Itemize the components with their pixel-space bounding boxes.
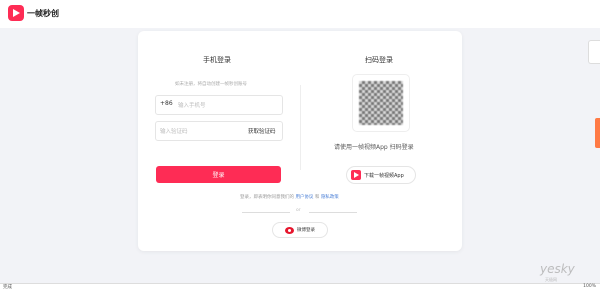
or-label: or bbox=[296, 208, 301, 213]
status-right: 100% bbox=[583, 284, 596, 289]
login-button[interactable]: 登录 bbox=[156, 166, 281, 183]
qr-code-icon bbox=[359, 81, 403, 125]
zoom-level[interactable]: 100% bbox=[583, 284, 596, 289]
logo-play-icon bbox=[8, 5, 24, 21]
qr-caption: 请使用一帧视频App 扫码登录 bbox=[334, 144, 414, 151]
user-agreement-link[interactable]: 用户协议 bbox=[295, 195, 313, 200]
phone-input[interactable]: 输入手机号 bbox=[178, 101, 206, 109]
agreement-text: 登录，即表明你同意我们的 用户协议 和 隐私政策 bbox=[240, 194, 339, 200]
weibo-icon bbox=[285, 226, 294, 234]
phone-login-title: 手机登录 bbox=[203, 56, 231, 64]
status-text: 完成 bbox=[3, 285, 12, 290]
agreement-prefix: 登录，即表明你同意我们的 bbox=[240, 195, 294, 200]
app-play-icon bbox=[351, 170, 361, 180]
vertical-divider bbox=[300, 85, 301, 170]
privacy-policy-link[interactable]: 隐私政策 bbox=[321, 195, 339, 200]
or-divider-left bbox=[242, 212, 290, 213]
register-hint: 如未注册，将自动创建一帧秒创账号 bbox=[175, 82, 247, 87]
download-app-label: 下载一帧视频App bbox=[364, 172, 404, 179]
or-divider-right bbox=[309, 212, 357, 213]
app-title: 一帧秒创 bbox=[27, 8, 59, 18]
watermark-logo: yesky bbox=[540, 262, 575, 276]
code-input[interactable]: 输入验证码 bbox=[160, 127, 188, 135]
side-widget-tab[interactable] bbox=[588, 40, 600, 64]
app-logo[interactable]: 一帧秒创 bbox=[8, 5, 59, 21]
phone-field[interactable] bbox=[155, 95, 283, 115]
weibo-login-button[interactable]: 微博登录 bbox=[272, 222, 328, 238]
country-code-select[interactable]: +86 bbox=[160, 100, 173, 107]
status-bar bbox=[0, 283, 600, 292]
qr-login-title: 扫码登录 bbox=[365, 56, 393, 64]
get-code-button[interactable]: 获取验证码 bbox=[248, 127, 276, 135]
weibo-login-label: 微博登录 bbox=[297, 228, 315, 233]
top-bar bbox=[0, 0, 600, 28]
agreement-and: 和 bbox=[314, 195, 320, 200]
side-feedback-tab[interactable] bbox=[595, 118, 600, 148]
download-app-button[interactable]: 下载一帧视频App bbox=[346, 166, 416, 184]
